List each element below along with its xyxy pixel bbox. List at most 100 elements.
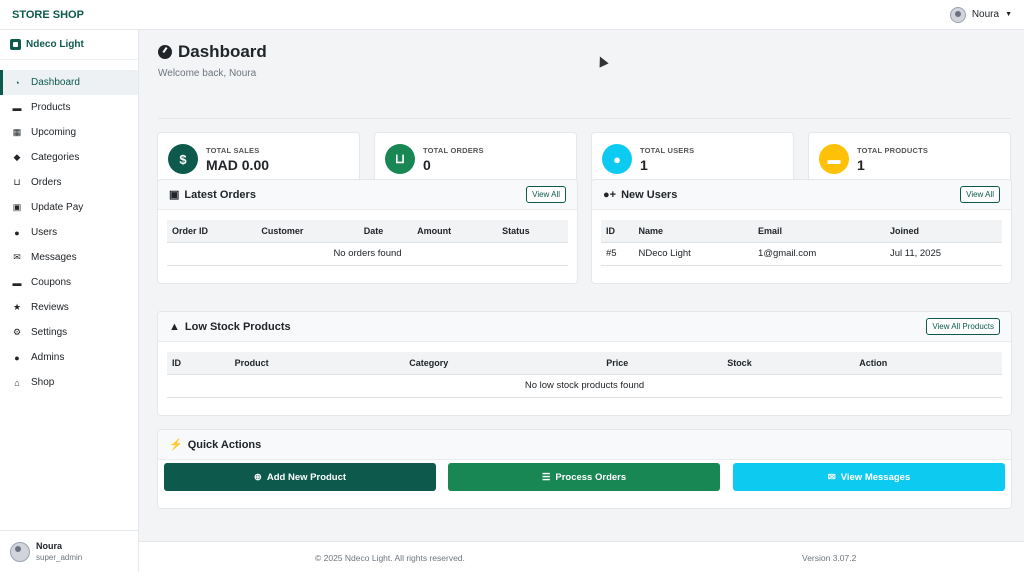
low-stock-table: ID Product Category Price Stock Action N… bbox=[167, 352, 1002, 398]
card-title-text: New Users bbox=[621, 188, 678, 201]
sidebar-item-settings[interactable]: ⚙ Settings bbox=[0, 320, 138, 345]
stat-card-total-users: ● TOTAL USERS 1 bbox=[591, 132, 794, 186]
stat-label: TOTAL ORDERS bbox=[423, 145, 484, 155]
user-joined-cell: Jul 11, 2025 bbox=[884, 242, 1002, 266]
top-navbar: STORE SHOP Noura ▼ bbox=[0, 0, 1024, 30]
shopping-bag-icon: ▣ bbox=[169, 189, 180, 201]
table-row: No low stock products found bbox=[167, 374, 1002, 398]
sidebar-item-orders[interactable]: ⊔ Orders bbox=[0, 170, 138, 195]
card-title: ▣ Latest Orders bbox=[169, 188, 256, 202]
sidebar-item-users[interactable]: ● Users bbox=[0, 220, 138, 245]
view-messages-button[interactable]: ✉ View Messages bbox=[733, 463, 1005, 491]
money-icon: ▣ bbox=[12, 202, 22, 212]
card-header: ▣ Latest Orders View All bbox=[158, 180, 577, 210]
sidebar-item-dashboard[interactable]: ◔ Dashboard bbox=[0, 70, 138, 95]
button-label: View Messages bbox=[840, 471, 911, 483]
sidebar-item-label: Settings bbox=[31, 327, 68, 338]
table-header-row: ID Name Email Joined bbox=[601, 220, 1002, 243]
sidebar-item-products[interactable]: ▬ Products bbox=[0, 95, 138, 120]
sidebar-item-update-pay[interactable]: ▣ Update Pay bbox=[0, 195, 138, 220]
mouse-cursor bbox=[595, 54, 609, 68]
sidebar-item-coupons[interactable]: ▬ Coupons bbox=[0, 270, 138, 295]
column-header: Name bbox=[633, 220, 754, 243]
add-new-product-button[interactable]: ⊕ Add New Product bbox=[164, 463, 436, 491]
card-title-text: Quick Actions bbox=[187, 438, 262, 451]
sidebar: Ndeco Light ◔ Dashboard ▬ Products ▦ Upcomi… bbox=[0, 30, 139, 572]
caret-down-icon: ▼ bbox=[1005, 11, 1012, 18]
table-header-row: Order ID Customer Date Amount Status bbox=[167, 220, 568, 243]
button-label: Add New Product bbox=[266, 471, 347, 483]
ticket-icon: ▬ bbox=[12, 277, 22, 288]
store-icon: ⌂ bbox=[14, 377, 20, 388]
sidebar-item-messages[interactable]: ✉ Messages bbox=[0, 245, 138, 270]
card-header: ●+ New Users View All bbox=[592, 180, 1011, 210]
view-all-products-button[interactable]: View All Products bbox=[926, 318, 1000, 335]
empty-message: No low stock products found bbox=[167, 374, 1002, 398]
stat-value: 1 bbox=[857, 156, 865, 173]
plus-circle-icon: ⊕ bbox=[253, 471, 262, 483]
user-avatar bbox=[949, 6, 966, 23]
sidebar-item-label: Dashboard bbox=[31, 77, 80, 88]
column-header: Stock bbox=[722, 352, 855, 375]
stat-card-total-sales: $ TOTAL SALES MAD 0.00 bbox=[157, 132, 360, 186]
column-header: ID bbox=[601, 220, 634, 243]
orders-table: Order ID Customer Date Amount Status No … bbox=[167, 220, 568, 266]
button-label: Process Orders bbox=[555, 471, 627, 483]
column-header: Email bbox=[753, 220, 885, 243]
card-title: ●+ New Users bbox=[603, 189, 677, 201]
sidebar-item-label: Products bbox=[31, 102, 71, 113]
admins-icon: ● bbox=[14, 352, 20, 363]
calendar-icon: ▦ bbox=[12, 127, 22, 137]
column-header: Order ID bbox=[167, 220, 257, 243]
sidebar-item-label: Messages bbox=[31, 252, 77, 263]
tags-icon: ◆ bbox=[13, 152, 21, 162]
page-title: Dashboard bbox=[158, 42, 267, 62]
column-header: Status bbox=[497, 220, 568, 243]
sidebar-item-label: Coupons bbox=[31, 277, 72, 288]
user-id-cell: #5 bbox=[601, 242, 634, 266]
sidebar-item-categories[interactable]: ◆ Categories bbox=[0, 145, 138, 170]
card-header: ⚡ Quick Actions bbox=[158, 430, 1011, 460]
column-header: Product bbox=[229, 352, 405, 375]
stat-label: TOTAL SALES bbox=[206, 145, 260, 155]
sidebar-item-label: Shop bbox=[31, 377, 55, 388]
sidebar-user[interactable]: Noura super_admin bbox=[0, 530, 139, 572]
view-all-users-button[interactable]: View All bbox=[960, 186, 1000, 203]
sidebar-item-upcoming[interactable]: ▦ Upcoming bbox=[0, 120, 138, 145]
sidebar-item-label: Orders bbox=[31, 177, 62, 188]
sidebar-user-avatar bbox=[10, 541, 30, 562]
sidebar-item-label: Update Pay bbox=[31, 202, 84, 213]
sidebar-item-reviews[interactable]: ★ Reviews bbox=[0, 295, 138, 320]
card-title-text: Latest Orders bbox=[184, 188, 256, 201]
column-header: Action bbox=[854, 352, 1002, 375]
page-title-text: Dashboard bbox=[178, 42, 267, 61]
sidebar-item-label: Users bbox=[31, 227, 58, 238]
sidebar-item-label: Admins bbox=[31, 352, 65, 363]
footer-version: Version 3.07.2 bbox=[802, 553, 857, 563]
warning-icon: ▲ bbox=[169, 320, 180, 333]
user-email-cell: 1@gmail.com bbox=[753, 242, 885, 266]
page-header: Dashboard Welcome back, Noura bbox=[158, 42, 267, 79]
user-plus-icon: ●+ bbox=[603, 188, 617, 201]
sidebar-item-admins[interactable]: ● Admins bbox=[0, 345, 138, 370]
process-orders-button[interactable]: ☰ Process Orders bbox=[448, 463, 720, 491]
view-all-orders-button[interactable]: View All bbox=[526, 186, 566, 203]
latest-orders-card: ▣ Latest Orders View All Order ID Custome… bbox=[157, 179, 578, 284]
user-menu[interactable]: Noura ▼ bbox=[949, 6, 1012, 23]
sidebar-item-shop[interactable]: ⌂ Shop bbox=[0, 370, 138, 395]
card-title: ⚡ Quick Actions bbox=[169, 438, 262, 452]
table-row[interactable]: #5 NDeco Light 1@gmail.com Jul 11, 2025 bbox=[601, 242, 1002, 266]
footer-copyright: © 2025 Ndeco Light. All rights reserved. bbox=[315, 553, 465, 563]
stat-value: 1 bbox=[640, 156, 648, 173]
user-menu-name: Noura bbox=[971, 9, 1000, 20]
gauge-icon bbox=[158, 45, 172, 59]
star-icon: ★ bbox=[12, 302, 22, 312]
page-subtitle: Welcome back, Noura bbox=[158, 68, 257, 79]
sidebar-brand[interactable]: Ndeco Light bbox=[0, 30, 138, 60]
users-icon: ● bbox=[602, 144, 632, 174]
divider bbox=[158, 118, 1011, 119]
cart-icon: ⊔ bbox=[13, 177, 21, 187]
app-brand[interactable]: STORE SHOP bbox=[12, 9, 84, 21]
bolt-icon: ⚡ bbox=[169, 439, 183, 451]
new-users-card: ●+ New Users View All ID Name Email Joine… bbox=[591, 179, 1012, 284]
